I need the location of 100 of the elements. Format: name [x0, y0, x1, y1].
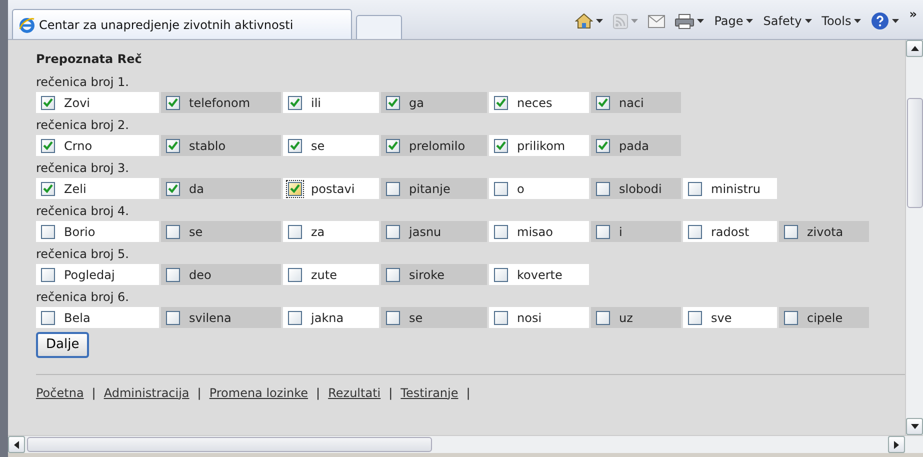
up-arrow-icon — [910, 46, 918, 51]
checkmark-icon — [598, 141, 608, 150]
word-checkbox[interactable]: radost — [683, 221, 777, 242]
word-checkbox[interactable]: misao — [489, 221, 589, 242]
checkmark-icon — [43, 184, 53, 193]
footer-link[interactable]: Početna — [36, 384, 84, 402]
word-checkbox[interactable]: sve — [683, 307, 777, 328]
footer-link[interactable]: Administracija — [104, 384, 190, 402]
word-checkbox[interactable]: Zovi — [36, 92, 159, 113]
browser-logo-icon — [19, 16, 35, 32]
word-checkbox[interactable]: jakna — [283, 307, 379, 328]
mail-button[interactable] — [648, 14, 666, 28]
word-checkbox[interactable]: deo — [161, 264, 281, 285]
word-checkbox[interactable]: ili — [283, 92, 379, 113]
word-checkbox[interactable]: prelomilo — [381, 135, 487, 156]
word-checkbox[interactable]: Bela — [36, 307, 159, 328]
word-checkbox[interactable]: ga — [381, 92, 487, 113]
word-checkbox[interactable]: da — [161, 178, 281, 199]
word-checkbox[interactable]: svilena — [161, 307, 281, 328]
word-checkbox[interactable]: uz — [591, 307, 681, 328]
home-button[interactable] — [575, 13, 604, 29]
word-checkbox[interactable]: postavi — [283, 178, 379, 199]
checkmark-icon — [388, 98, 398, 107]
word-checkbox[interactable]: zivota — [779, 221, 869, 242]
help-icon — [871, 12, 890, 30]
print-button[interactable] — [675, 14, 704, 28]
word-checkbox[interactable]: se — [381, 307, 487, 328]
mail-icon — [648, 14, 666, 28]
word-checkbox[interactable]: stablo — [161, 135, 281, 156]
word-checkbox[interactable]: Borio — [36, 221, 159, 242]
sentence-label: rečenica broj 4. — [36, 203, 130, 220]
word-checkbox[interactable]: nosi — [489, 307, 589, 328]
word-checkbox[interactable]: prilikom — [489, 135, 589, 156]
footer-link[interactable]: Rezultati — [328, 384, 381, 402]
word-checkbox[interactable]: naci — [591, 92, 681, 113]
word-checkbox[interactable]: za — [283, 221, 379, 242]
feed-icon — [613, 14, 628, 28]
link-separator: | — [316, 384, 320, 402]
word-checkbox[interactable]: ministru — [683, 178, 777, 199]
sentence-label: rečenica broj 3. — [36, 160, 130, 177]
word-checkbox[interactable]: pada — [591, 135, 681, 156]
next-button[interactable]: Dalje — [36, 332, 90, 358]
down-arrow-icon — [910, 424, 918, 429]
horizontal-scrollbar[interactable] — [8, 435, 923, 453]
page-heading: Prepoznata Reč — [36, 51, 143, 68]
left-arrow-icon — [14, 440, 19, 448]
word-checkbox[interactable]: zute — [283, 264, 379, 285]
checkmark-icon — [388, 141, 398, 150]
menu-button[interactable]: Tools — [822, 12, 862, 30]
scroll-up-button[interactable] — [906, 40, 923, 57]
footer-link[interactable]: Testiranje — [400, 384, 458, 402]
word-checkbox[interactable]: pitanje — [381, 178, 487, 199]
word-checkbox[interactable]: o — [489, 178, 589, 199]
scroll-right-button[interactable] — [888, 436, 905, 453]
caret-icon — [804, 19, 812, 23]
word-checkbox[interactable]: neces — [489, 92, 589, 113]
link-separator: | — [92, 384, 96, 402]
link-separator: | — [466, 384, 470, 402]
help-button[interactable] — [871, 12, 900, 30]
checkmark-icon — [168, 141, 178, 150]
caret-icon — [854, 19, 862, 23]
scroll-thumb[interactable] — [907, 98, 923, 208]
menu-button[interactable]: Safety — [763, 12, 812, 30]
word-checkbox[interactable]: siroke — [381, 264, 487, 285]
checkmark-icon — [290, 184, 300, 193]
checkmark-icon — [290, 141, 300, 150]
caret-icon — [697, 19, 704, 23]
word-checkbox[interactable]: koverte — [489, 264, 589, 285]
home-icon — [575, 13, 594, 29]
checkmark-icon — [598, 98, 608, 107]
caret-icon — [596, 19, 604, 23]
browser-tab[interactable]: Centar za unapredjenje zivotnih aktivnosti — [12, 9, 352, 39]
word-checkbox[interactable]: Crno — [36, 135, 159, 156]
overflow-button[interactable]: » — [909, 5, 917, 23]
word-checkbox[interactable]: jasnu — [381, 221, 487, 242]
word-checkbox[interactable]: cipele — [779, 307, 869, 328]
word-checkbox[interactable]: telefonom — [161, 92, 281, 113]
checkmark-icon — [168, 184, 178, 193]
sentence-label: rečenica broj 1. — [36, 74, 130, 91]
caret-icon — [631, 19, 638, 23]
word-checkbox[interactable]: Zeli — [36, 178, 159, 199]
checkmark-icon — [43, 98, 53, 107]
vertical-scrollbar[interactable] — [905, 40, 923, 435]
caret-icon — [892, 19, 900, 23]
scroll-thumb[interactable] — [27, 437, 432, 452]
sentence-label: rečenica broj 2. — [36, 117, 130, 134]
link-separator: | — [197, 384, 202, 402]
word-checkbox[interactable]: Pogledaj — [36, 264, 159, 285]
word-checkbox[interactable]: slobodi — [591, 178, 681, 199]
scroll-down-button[interactable] — [906, 418, 923, 435]
scroll-left-button[interactable] — [8, 436, 25, 453]
footer-link[interactable]: Promena lozinke — [209, 384, 308, 402]
sentence-label: rečenica broj 6. — [36, 289, 130, 306]
caret-icon — [746, 19, 754, 23]
menu-button[interactable]: Page — [714, 12, 754, 30]
word-checkbox[interactable]: i — [591, 221, 681, 242]
word-checkbox[interactable]: se — [161, 221, 281, 242]
word-checkbox[interactable]: se — [283, 135, 379, 156]
checkmark-icon — [496, 98, 506, 107]
checkmark-icon — [290, 98, 300, 107]
